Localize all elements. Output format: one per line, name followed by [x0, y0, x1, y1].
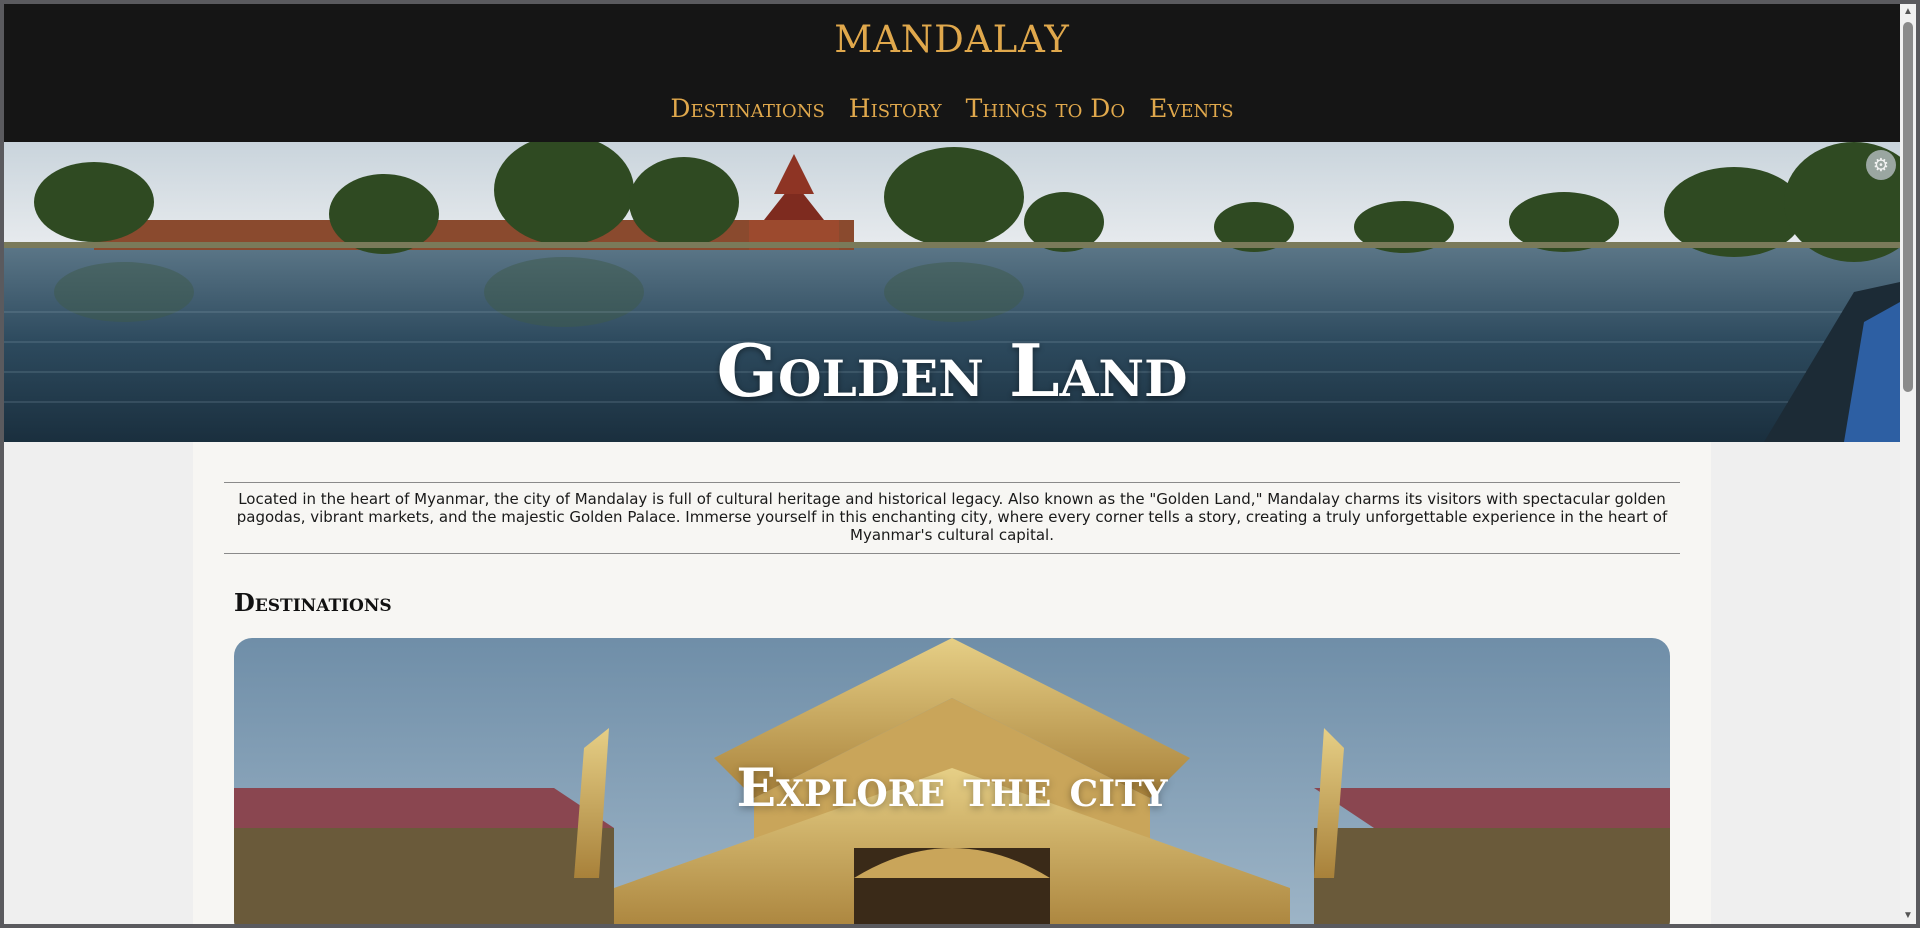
- browser-window: MANDALAY Destinations History Things to …: [4, 4, 1916, 924]
- hero-banner: ⚙ Golden Land: [4, 142, 1900, 442]
- settings-icon: ⚙: [1872, 154, 1890, 175]
- site-header: MANDALAY Destinations History Things to …: [4, 4, 1900, 142]
- scrollbar-thumb[interactable]: [1903, 22, 1913, 392]
- nav-destinations[interactable]: Destinations: [670, 94, 824, 123]
- section-title-destinations: Destinations: [234, 588, 392, 617]
- nav-history[interactable]: History: [849, 94, 942, 123]
- site-logo[interactable]: MANDALAY: [4, 18, 1900, 61]
- hero-title: Golden Land: [716, 328, 1188, 413]
- main-nav: Destinations History Things to Do Events: [4, 94, 1900, 123]
- settings-button[interactable]: ⚙: [1866, 150, 1896, 180]
- explore-city-card[interactable]: Explore the city: [234, 638, 1670, 924]
- main-content: Located in the heart of Myanmar, the cit…: [193, 442, 1711, 924]
- page-viewport: MANDALAY Destinations History Things to …: [4, 4, 1900, 924]
- vertical-scrollbar[interactable]: ▲ ▼: [1900, 4, 1916, 924]
- nav-things-to-do[interactable]: Things to Do: [966, 94, 1125, 123]
- chevron-up-icon[interactable]: ▲: [1900, 4, 1916, 20]
- card-title: Explore the city: [736, 758, 1168, 819]
- chevron-down-icon[interactable]: ▼: [1900, 908, 1916, 924]
- intro-text: Located in the heart of Myanmar, the cit…: [224, 482, 1680, 554]
- nav-events[interactable]: Events: [1149, 94, 1233, 123]
